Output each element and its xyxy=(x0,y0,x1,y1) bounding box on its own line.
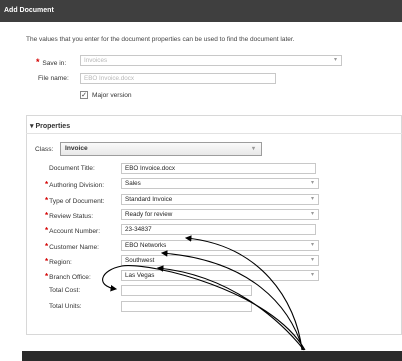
arrow-to-customer-name xyxy=(160,250,304,351)
arrow-to-account-number xyxy=(184,235,303,351)
footer-bar xyxy=(22,351,402,361)
annotation-arrows xyxy=(102,235,306,351)
